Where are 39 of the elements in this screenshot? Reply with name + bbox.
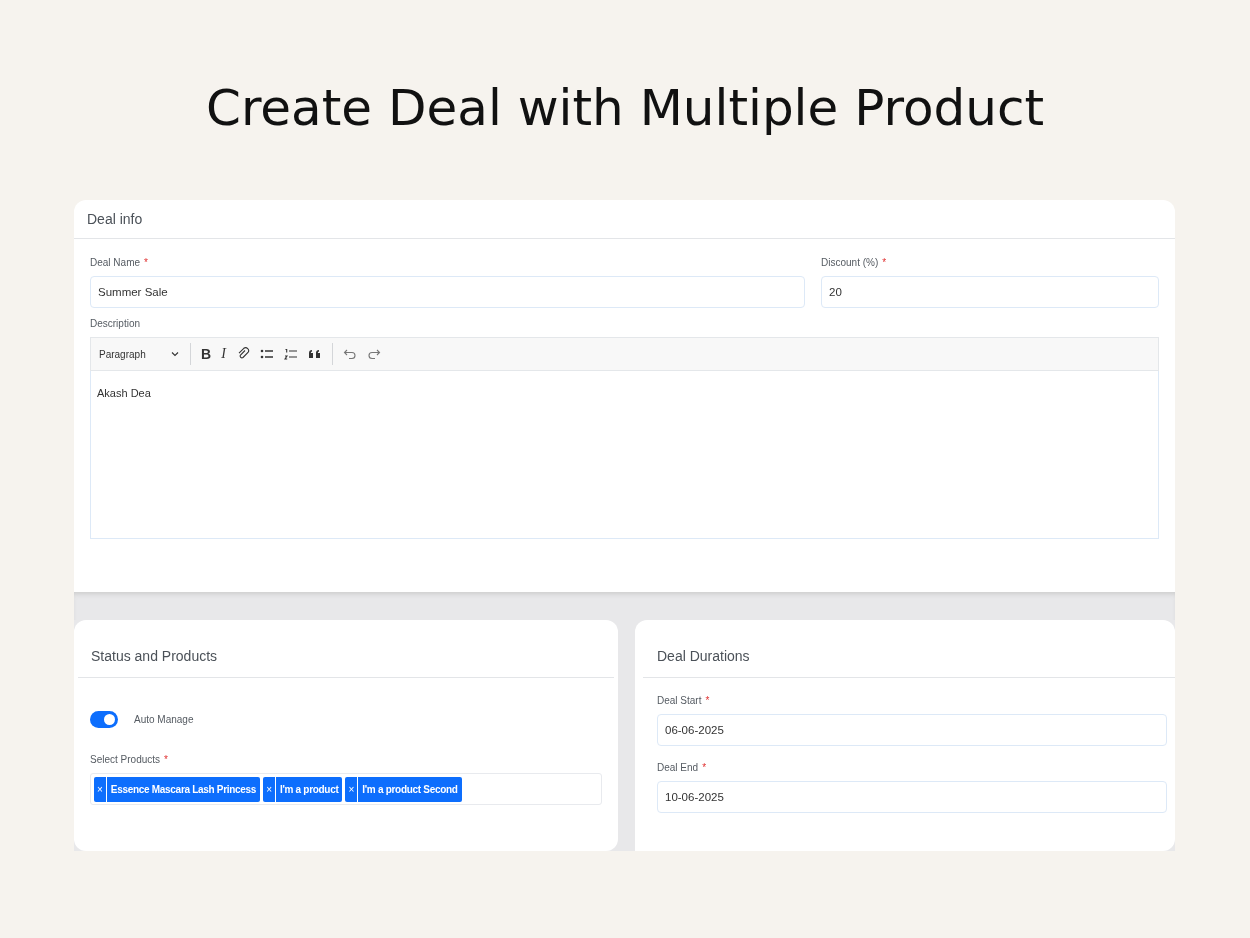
page-heading: Create Deal with Multiple Product [204,78,1045,138]
remove-tag-button[interactable]: × [94,776,107,802]
editor-text: Akash Dea [97,387,151,399]
required-mark: * [144,256,148,270]
text-field[interactable]: 20 [821,276,1159,308]
bulleted-list-icon[interactable] [259,347,274,361]
text-field[interactable]: 06-06-2025 [657,714,1167,746]
toggle-switch[interactable] [90,711,118,728]
undo-icon[interactable] [342,347,357,361]
required-mark: * [702,761,707,775]
product-tag: × I'm a product [263,776,343,802]
italic-button[interactable]: I [218,347,229,361]
card-title: Deal info [74,200,1175,239]
product-tag: × I'm a product Second [345,776,462,802]
field-label: Deal End [657,761,699,775]
numbered-list-icon[interactable] [283,347,298,361]
field-label: Deal Name [90,256,141,270]
card-title: Deal Durations [643,620,1175,678]
quote-icon[interactable] [307,347,322,361]
toggle-label: Auto Manage [134,713,194,727]
field-label: Select Products [90,753,161,767]
remove-tag-button[interactable]: × [345,776,359,802]
bold-button[interactable]: B [198,347,215,361]
field-label: Deal Start [657,694,702,708]
field-label: Description [90,317,141,331]
required-mark: * [164,753,168,767]
field-label: Discount (%) [821,256,879,270]
required-mark: * [705,694,710,708]
product-tag: × Essence Mascara Lash Princess [94,776,261,802]
product-select-field[interactable]: × Essence Mascara Lash Princess × I'm a product × I'm a product Second [90,773,602,805]
text-field[interactable]: Summer Sale [90,276,805,308]
redo-icon[interactable] [366,347,381,361]
paragraph-dropdown[interactable]: Paragraph [99,346,183,362]
required-mark: * [882,256,887,270]
remove-tag-button[interactable]: × [263,776,276,802]
chevron-icon [171,351,179,357]
card-title: Status and Products [78,620,614,678]
editor-content[interactable]: Akash Dea [90,371,1159,539]
text-field[interactable]: 10-06-2025 [657,781,1167,813]
